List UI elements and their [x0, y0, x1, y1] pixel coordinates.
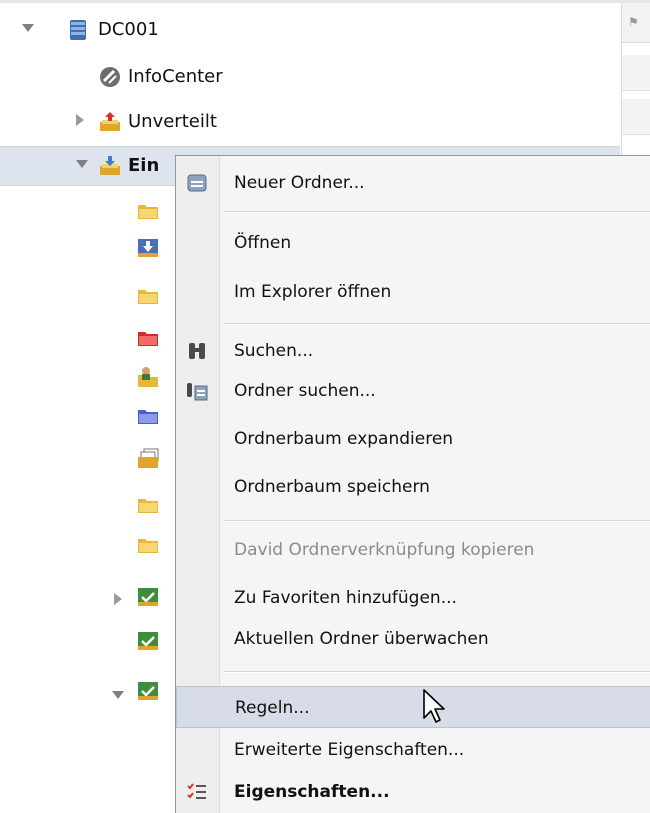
mouse-cursor-icon [423, 689, 445, 723]
new-folder-icon [187, 174, 207, 192]
flag-cell[interactable] [622, 99, 650, 135]
stacked-pages-folder-icon[interactable] [136, 447, 160, 471]
menu-item-open[interactable]: Öffnen [176, 224, 650, 262]
collapse-arrow-icon[interactable] [22, 24, 34, 32]
menu-item-monitor-folder[interactable]: Aktuellen Ordner überwachen [176, 620, 650, 658]
menu-item-save-tree[interactable]: Ordnerbaum speichern [176, 468, 650, 506]
tree-label-unverteilt: Unverteilt [128, 111, 217, 132]
menu-label: Erweiterte Eigenschaften... [234, 740, 465, 760]
tree-label-infocenter: InfoCenter [128, 66, 223, 87]
menu-label: Neuer Ordner... [234, 173, 365, 193]
menu-item-expand-tree[interactable]: Ordnerbaum expandieren [176, 420, 650, 458]
menu-separator [224, 520, 650, 522]
binoculars-icon [189, 343, 205, 359]
blue-folder-icon[interactable] [136, 404, 160, 428]
infocenter-icon [100, 67, 120, 87]
menu-separator [224, 211, 650, 213]
collapse-arrow-icon[interactable] [76, 160, 88, 168]
menu-item-rules[interactable]: Regeln... [176, 686, 650, 728]
tree-row-dc001[interactable]: DC001 [0, 11, 620, 51]
menu-label: Ordner suchen... [234, 381, 376, 401]
app-window: DC001 InfoCenter Unverteilt Ein ⚑ Neuer … [0, 0, 650, 813]
red-folder-icon[interactable] [136, 326, 160, 350]
menu-label: Aktuellen Ordner überwachen [234, 629, 489, 649]
green-folder-icon[interactable] [136, 679, 160, 703]
context-menu: Neuer Ordner... Öffnen Im Explorer öffne… [175, 155, 650, 813]
menu-item-search[interactable]: Suchen... [176, 332, 650, 370]
folder-search-icon [187, 383, 208, 401]
yellow-folder-icon[interactable] [136, 493, 160, 517]
menu-label: Regeln... [235, 698, 310, 718]
unassigned-inbox-icon [100, 112, 120, 131]
collapse-arrow-icon[interactable] [112, 691, 124, 699]
flag-cell[interactable] [622, 55, 650, 91]
tree-label-inbox: Ein [128, 155, 160, 176]
yellow-folder-icon[interactable] [136, 284, 160, 308]
tree-row-unverteilt[interactable]: Unverteilt [0, 103, 620, 143]
menu-item-add-favorites[interactable]: Zu Favoriten hinzufügen... [176, 579, 650, 617]
expand-arrow-icon[interactable] [76, 114, 84, 126]
menu-item-copy-link: David Ordnerverknüpfung kopieren [176, 531, 650, 569]
menu-label: Ordnerbaum expandieren [234, 429, 454, 449]
yellow-folder-icon[interactable] [136, 533, 160, 557]
inbox-icon [100, 156, 120, 175]
menu-label: Suchen... [234, 341, 314, 361]
menu-item-properties[interactable]: Eigenschaften... [176, 773, 650, 811]
menu-item-advanced-properties[interactable]: Erweiterte Eigenschaften... [176, 731, 650, 769]
menu-item-search-folder[interactable]: Ordner suchen... [176, 372, 650, 410]
menu-separator [224, 671, 650, 673]
green-folder-icon[interactable] [136, 629, 160, 653]
download-folder-icon[interactable] [136, 236, 160, 260]
menu-label: Ordnerbaum speichern [234, 477, 430, 497]
menu-item-open-in-explorer[interactable]: Im Explorer öffnen [176, 273, 650, 311]
user-folder-icon[interactable] [136, 365, 160, 389]
yellow-folder-icon[interactable] [136, 199, 160, 223]
tree-label-dc001: DC001 [98, 19, 159, 40]
menu-label: Öffnen [234, 233, 292, 253]
properties-checklist-icon [187, 783, 206, 799]
flag-column-header[interactable]: ⚑ [622, 3, 650, 43]
expand-arrow-icon[interactable] [114, 593, 122, 605]
flag-icon: ⚑ [628, 15, 639, 29]
menu-label: Im Explorer öffnen [234, 282, 392, 302]
menu-label: Zu Favoriten hinzufügen... [234, 588, 457, 608]
green-folder-icon[interactable] [136, 585, 160, 609]
menu-separator [224, 323, 650, 325]
menu-label: David Ordnerverknüpfung kopieren [234, 540, 535, 560]
tree-row-infocenter[interactable]: InfoCenter [0, 58, 620, 98]
menu-label: Eigenschaften... [234, 782, 390, 802]
database-icon [70, 20, 86, 40]
menu-item-new-folder[interactable]: Neuer Ordner... [176, 164, 650, 202]
